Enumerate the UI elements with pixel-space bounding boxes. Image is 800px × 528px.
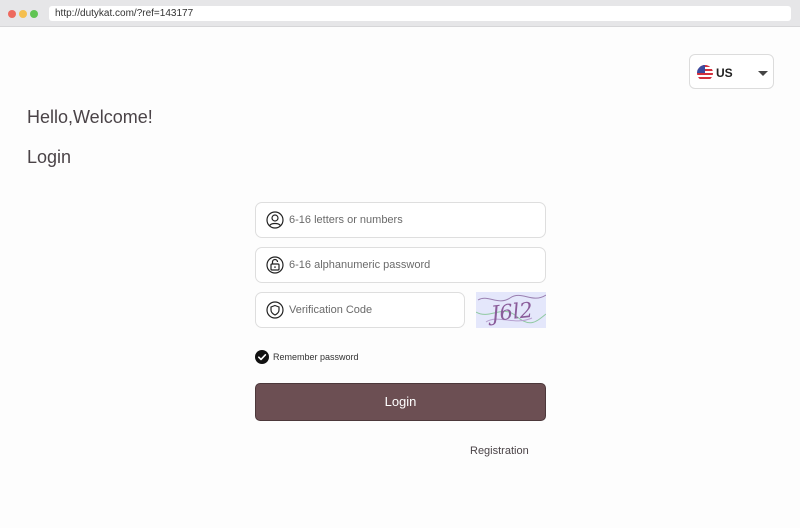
maximize-window-button[interactable]	[30, 10, 38, 18]
login-page: US Hello,Welcome! Login 6-16 letters or …	[0, 27, 800, 528]
lock-icon	[266, 256, 284, 274]
username-input[interactable]	[289, 203, 529, 236]
address-bar[interactable]: http://dutykat.com/?ref=143177	[49, 6, 791, 21]
checkmark-icon	[255, 350, 269, 364]
us-flag-icon	[697, 65, 713, 81]
browser-toolbar: http://dutykat.com/?ref=143177	[0, 0, 800, 27]
captcha-image[interactable]: J6l2	[476, 292, 546, 328]
language-selector[interactable]: US	[689, 54, 774, 89]
verification-code-field	[255, 292, 465, 328]
login-button[interactable]: Login	[255, 383, 546, 421]
registration-link[interactable]: Registration	[470, 445, 529, 457]
verification-code-input[interactable]	[289, 293, 459, 326]
welcome-greeting: Hello,Welcome!	[27, 107, 153, 127]
close-window-button[interactable]	[8, 10, 16, 18]
username-field	[255, 202, 546, 238]
language-code: US	[716, 66, 733, 80]
remember-password-label: Remember password	[273, 352, 359, 362]
svg-text:J6l2: J6l2	[486, 298, 534, 327]
page-title: Login	[27, 147, 72, 167]
user-icon	[266, 211, 284, 229]
password-input[interactable]	[289, 248, 529, 281]
minimize-window-button[interactable]	[19, 10, 27, 18]
caret-down-icon	[758, 71, 768, 76]
shield-icon	[266, 301, 284, 319]
password-field	[255, 247, 546, 283]
